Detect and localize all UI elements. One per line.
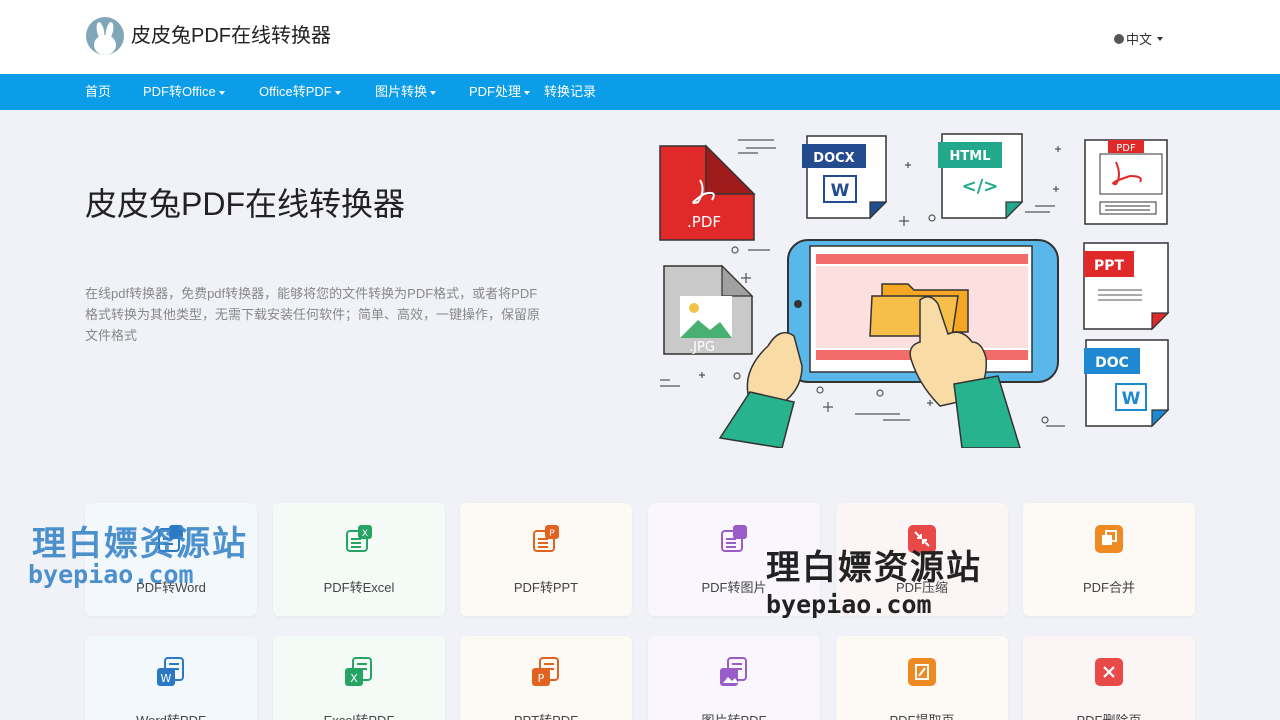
pdf-to-image-icon [721, 525, 747, 552]
nav-pdf-process[interactable]: PDF处理 [469, 74, 531, 110]
tool-pdf-compress[interactable]: PDF压缩 [836, 503, 1008, 616]
tool-pdf-to-word[interactable]: PDF转Word [85, 503, 257, 616]
tool-label: Excel转PDF [273, 710, 445, 720]
tool-label: PDF转PPT [513, 580, 579, 595]
language-selector[interactable]: 中文 [1114, 29, 1164, 48]
hero-description: 在线pdf转换器，免费pdf转换器，能够将您的文件转换为PDF格式，或者将PDF… [85, 286, 541, 343]
ppt-to-pdf-icon: P [532, 657, 559, 686]
pdf-extract-icon [908, 658, 936, 686]
nav-pdf-to-office[interactable]: PDF转Office [143, 74, 225, 110]
nav-history[interactable]: 转换记录 [544, 74, 596, 110]
top-header: 皮皮兔PDF在线转换器 中文 [0, 0, 1280, 74]
tool-label: PDF压缩 [895, 580, 948, 595]
excel-to-pdf-icon: X [345, 657, 372, 686]
tool-pdf-to-excel[interactable]: X PDF转Excel [273, 503, 445, 616]
nav-office-to-pdf[interactable]: Office转PDF [259, 74, 341, 110]
image-to-pdf-icon [720, 657, 747, 686]
svg-text:W: W [831, 181, 850, 201]
tool-image-to-pdf[interactable]: 图片转PDF [648, 636, 820, 720]
tool-ppt-to-pdf[interactable]: P PPT转PDF [460, 636, 632, 720]
tool-label: PPT转PDF [460, 710, 632, 720]
jpg-label: .JPG [689, 340, 715, 355]
hero-title: 皮皮兔PDF在线转换器 [85, 186, 406, 222]
word-to-pdf-icon: W [157, 657, 184, 686]
nav-image-convert[interactable]: 图片转换 [375, 74, 437, 110]
rabbit-logo[interactable] [86, 17, 124, 55]
svg-text:X: X [362, 529, 368, 539]
tool-pdf-delete[interactable]: PDF删除页 [1023, 636, 1195, 720]
tool-label: PDF转Word [136, 580, 206, 595]
pdf-delete-icon [1095, 658, 1123, 686]
tool-label: PDF转图片 [701, 580, 767, 595]
tool-label: PDF转Excel [323, 580, 395, 595]
tool-label: PDF提取页 [836, 710, 1008, 720]
pdf-file-label: .PDF [687, 213, 721, 231]
nav-home[interactable]: 首页 [85, 74, 111, 110]
html-label: HTML [950, 149, 991, 164]
ppt-label: PPT [1094, 258, 1125, 274]
svg-text:W: W [1122, 389, 1141, 409]
docx-label: DOCX [813, 151, 854, 166]
chevron-down-icon [334, 90, 341, 95]
svg-text:P: P [538, 672, 545, 685]
pdf-to-excel-icon: X [346, 525, 372, 552]
tool-label: 图片转PDF [648, 710, 820, 720]
tool-pdf-to-image[interactable]: PDF转图片 [648, 503, 820, 616]
pdf-merge-icon [1095, 525, 1123, 553]
tool-label: PDF删除页 [1023, 710, 1195, 720]
globe-icon [1114, 33, 1124, 44]
chevron-down-icon [524, 90, 531, 95]
tool-pdf-extract[interactable]: PDF提取页 [836, 636, 1008, 720]
site-name[interactable]: 皮皮兔PDF在线转换器 [131, 23, 331, 49]
svg-text:</>: </> [962, 176, 999, 197]
chevron-down-icon [430, 90, 437, 95]
file-conversion-illustration: .PDF DOCX W HTML </> PDF .JPG PPT DOC W [659, 133, 1170, 448]
tool-label: PDF合并 [1082, 580, 1135, 595]
tool-label: Word转PDF [85, 710, 257, 720]
chevron-down-icon [1157, 36, 1164, 41]
chevron-down-icon [218, 90, 225, 95]
tool-excel-to-pdf[interactable]: X Excel转PDF [273, 636, 445, 720]
main-navbar: 首页 PDF转Office Office转PDF 图片转换 PDF处理 转换记录 [0, 74, 1280, 110]
svg-text:W: W [161, 672, 172, 685]
tool-pdf-to-ppt[interactable]: P PDF转PPT [460, 503, 632, 616]
language-label: 中文 [1126, 32, 1153, 47]
tool-pdf-merge[interactable]: PDF合并 [1023, 503, 1195, 616]
pdf-compress-icon [908, 525, 936, 553]
tool-word-to-pdf[interactable]: W Word转PDF [85, 636, 257, 720]
svg-text:P: P [549, 529, 555, 539]
doc-label: DOC [1095, 355, 1129, 371]
svg-text:X: X [350, 672, 358, 685]
svg-text:PDF: PDF [1116, 143, 1136, 154]
pdf-to-word-icon [158, 525, 183, 552]
pdf-to-ppt-icon: P [533, 525, 559, 552]
